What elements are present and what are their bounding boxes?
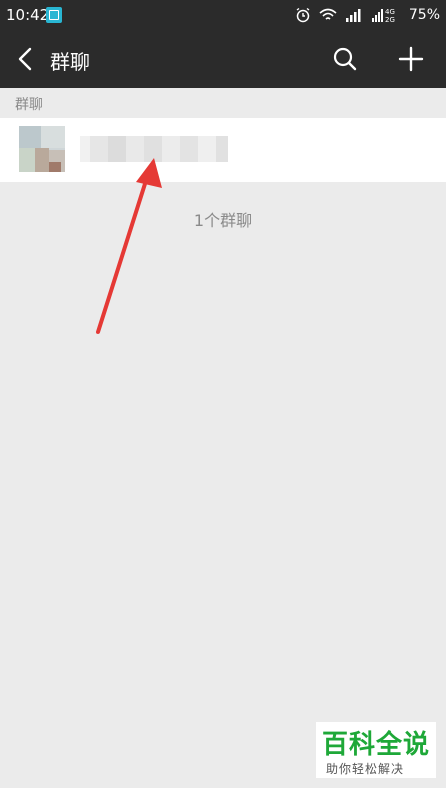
signal-4g2g-icon: 4G 2G (371, 8, 395, 23)
section-label: 群聊 (15, 97, 43, 113)
status-time: 10:42 (6, 6, 50, 24)
watermark-subtitle: 助你轻松解决 (326, 762, 405, 776)
scan-app-icon (46, 7, 62, 23)
alarm-icon (296, 7, 310, 23)
search-icon[interactable] (332, 46, 358, 72)
battery-level: 75% (408, 7, 440, 23)
svg-text:4G: 4G (385, 8, 395, 16)
watermark-logo: 百科全说 助你轻松解决 (316, 722, 436, 778)
group-list-item[interactable] (0, 118, 446, 182)
plus-icon[interactable] (398, 46, 424, 72)
header-bar: 群聊 (0, 30, 446, 88)
status-icons: 4G 2G 75% (295, 5, 440, 25)
group-avatar (19, 126, 65, 172)
wifi-icon (319, 8, 337, 20)
signal-icon (345, 9, 361, 22)
svg-text:2G: 2G (385, 16, 395, 23)
status-bar: 10:42 4G 2G 75% (0, 0, 446, 30)
group-count-label: 1个群聊 (193, 211, 253, 230)
watermark-title: 百科全说 (322, 730, 431, 760)
page-title: 群聊 (50, 50, 90, 74)
group-name-blurred (80, 136, 228, 162)
chevron-left-icon[interactable] (16, 47, 36, 71)
